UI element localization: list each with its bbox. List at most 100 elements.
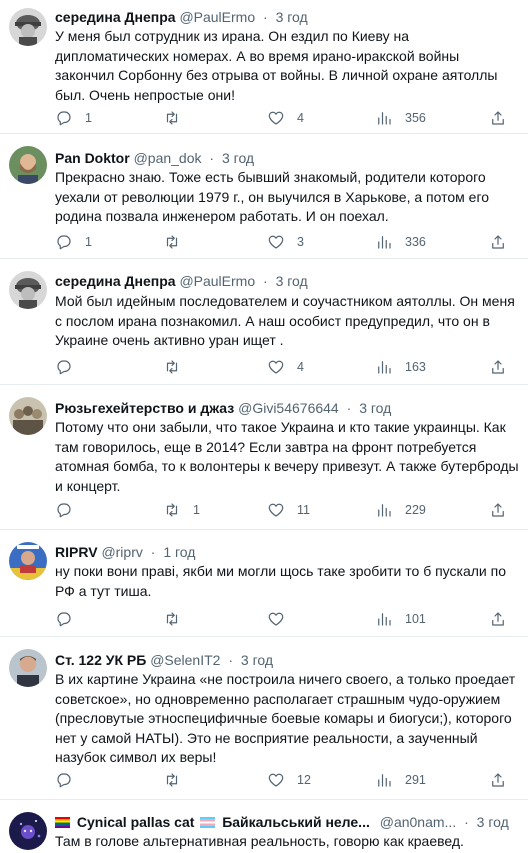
reply-icon <box>57 111 71 126</box>
avatar[interactable] <box>9 397 47 435</box>
tweet-text: Там в голове альтернативная реальность, … <box>55 833 464 849</box>
display-name[interactable]: Ст. 122 УК РБ <box>55 652 146 668</box>
tweet[interactable]: Рюзьгехейтерство и джаз @Givi54676644 · … <box>0 385 528 530</box>
display-name[interactable]: середина Днепра <box>55 273 176 289</box>
tweet[interactable]: Pan Doktor @pan_dok · 3 год Прекрасно зн… <box>0 134 528 259</box>
view-count: 336 <box>405 235 426 249</box>
avatar[interactable] <box>9 542 47 580</box>
analytics-icon <box>378 112 391 125</box>
reply-button[interactable]: 1 <box>55 232 92 252</box>
rainbow-flag-icon <box>55 817 70 828</box>
views-button[interactable]: 101 <box>375 609 426 629</box>
retweet-icon <box>166 773 178 787</box>
retweet-icon <box>166 235 178 249</box>
display-name[interactable]: RIPRV <box>55 544 98 560</box>
user-handle[interactable]: @SelenIT2 <box>150 652 220 668</box>
soldier-helmet-avatar-icon <box>9 271 47 309</box>
like-count: 3 <box>297 235 304 249</box>
like-button[interactable] <box>267 609 297 629</box>
man-portrait-avatar-icon <box>9 649 47 687</box>
user-handle[interactable]: @pan_dok <box>134 150 202 166</box>
like-button[interactable]: 12 <box>267 770 311 790</box>
share-button[interactable] <box>489 500 507 520</box>
share-icon <box>492 503 504 517</box>
timestamp[interactable]: 3 год <box>222 150 254 166</box>
reply-button[interactable] <box>55 770 85 790</box>
display-name-suffix[interactable]: Байкальський неле... <box>222 814 370 830</box>
retweet-button[interactable]: 1 <box>163 500 200 520</box>
separator-dot: · <box>228 652 234 668</box>
views-button[interactable]: 163 <box>375 357 426 377</box>
user-handle[interactable]: @Givi54676644 <box>238 400 339 416</box>
views-button[interactable]: 336 <box>375 232 426 252</box>
share-button[interactable] <box>489 232 507 252</box>
share-button[interactable] <box>489 770 507 790</box>
tweet-text: ну поки вони праві, якби ми могли щось т… <box>55 563 506 599</box>
analytics-icon <box>378 504 391 517</box>
share-button[interactable] <box>489 357 507 377</box>
action-bar: 1 11 229 <box>55 500 520 520</box>
display-name[interactable]: Рюзьгехейтерство и джаз <box>55 400 234 416</box>
retweet-button[interactable] <box>163 108 193 128</box>
analytics-icon <box>378 361 391 374</box>
timestamp[interactable]: 1 год <box>163 544 195 560</box>
timestamp[interactable]: 3 год <box>276 9 308 25</box>
views-button[interactable]: 229 <box>375 500 426 520</box>
user-handle[interactable]: @PaulErmo <box>179 273 255 289</box>
reply-button[interactable] <box>55 500 85 520</box>
share-button[interactable] <box>489 609 507 629</box>
reply-icon <box>57 360 71 375</box>
display-name[interactable]: Cynical pallas cat <box>77 814 195 830</box>
retweet-icon <box>166 360 178 374</box>
reply-button[interactable] <box>55 357 85 377</box>
heart-icon <box>268 111 284 125</box>
tweet[interactable]: RIPRV @riprv · 1 год ну поки вони праві,… <box>0 530 528 637</box>
action-bar: 12 291 <box>55 770 520 790</box>
reply-icon <box>57 612 71 627</box>
like-button[interactable]: 4 <box>267 108 304 128</box>
retweet-button[interactable] <box>163 609 193 629</box>
tweet-header: середина Днепра @PaulErmo · 3 год <box>55 271 522 291</box>
tweet-text: Мой был идейным последователем и соучаст… <box>55 293 515 348</box>
user-handle[interactable]: @an0nam... <box>380 814 456 830</box>
retweet-button[interactable] <box>163 770 193 790</box>
user-handle[interactable]: @riprv <box>101 544 142 560</box>
timestamp[interactable]: 3 год <box>241 652 273 668</box>
avatar[interactable] <box>9 8 47 46</box>
like-button[interactable]: 11 <box>267 500 310 520</box>
display-name[interactable]: Pan Doktor <box>55 150 130 166</box>
tweet-header: Cynical pallas cat Байкальський неле... … <box>55 812 522 832</box>
reply-icon <box>57 235 71 250</box>
tweet[interactable]: середина Днепра @PaulErmo · 3 год У меня… <box>0 0 528 134</box>
tweet[interactable]: середина Днепра @PaulErmo · 3 год Мой бы… <box>0 259 528 385</box>
retweet-count: 1 <box>193 503 200 517</box>
share-button[interactable] <box>489 108 507 128</box>
tweet[interactable]: Cynical pallas cat Байкальський неле... … <box>0 800 528 853</box>
group-photo-avatar-icon <box>9 397 47 435</box>
timestamp[interactable]: 3 год <box>477 814 509 830</box>
analytics-icon <box>378 236 391 249</box>
retweet-button[interactable] <box>163 357 193 377</box>
tweet-text: Потому что они забыли, что такое Украина… <box>55 419 519 494</box>
like-count: 12 <box>297 773 311 787</box>
avatar[interactable] <box>9 146 47 184</box>
avatar[interactable] <box>9 271 47 309</box>
reply-button[interactable]: 1 <box>55 108 92 128</box>
like-button[interactable]: 3 <box>267 232 304 252</box>
timestamp[interactable]: 3 год <box>276 273 308 289</box>
display-name[interactable]: середина Днепра <box>55 9 176 25</box>
action-bar: 1 3 336 <box>55 232 520 252</box>
view-count: 291 <box>405 773 426 787</box>
bearded-man-avatar-icon <box>9 146 47 184</box>
avatar[interactable] <box>9 812 47 850</box>
views-button[interactable]: 356 <box>375 108 426 128</box>
retweet-button[interactable] <box>163 232 193 252</box>
retweet-icon <box>166 111 178 125</box>
views-button[interactable]: 291 <box>375 770 426 790</box>
tweet[interactable]: Ст. 122 УК РБ @SelenIT2 · 3 год В их кар… <box>0 637 528 800</box>
timestamp[interactable]: 3 год <box>359 400 391 416</box>
like-button[interactable]: 4 <box>267 357 304 377</box>
reply-button[interactable] <box>55 609 85 629</box>
user-handle[interactable]: @PaulErmo <box>179 9 255 25</box>
avatar[interactable] <box>9 649 47 687</box>
